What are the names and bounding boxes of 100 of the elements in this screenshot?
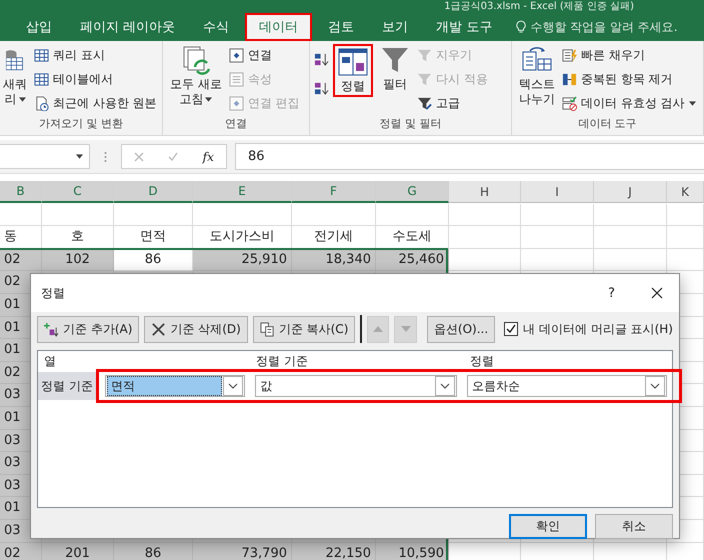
ribbon-button[interactable]: 정렬	[333, 44, 373, 97]
dialog-button[interactable]: 취소	[595, 514, 673, 539]
dialog-toolbar-button[interactable]: 기준 추가(A)	[37, 316, 140, 342]
ribbon-button[interactable]: 새쿼 리	[0, 44, 30, 108]
table-cell: 면적	[114, 226, 193, 249]
ribbon-tab[interactable]: 수식	[191, 13, 242, 41]
dialog-title: 정렬	[41, 284, 66, 302]
table-cell: 02	[0, 542, 42, 560]
grip-icon	[104, 150, 107, 162]
help-button[interactable]: ?	[608, 286, 615, 300]
table-cell: 도시가스비	[193, 226, 292, 249]
checkbox[interactable]	[504, 322, 518, 336]
flash-fill-icon	[562, 48, 577, 62]
table-cell: 전기세	[292, 226, 376, 249]
column-header[interactable]: D	[114, 181, 193, 203]
column-header[interactable]: B	[0, 181, 42, 203]
document-clock-icon	[34, 96, 49, 110]
ribbon-button[interactable]: 테이블에서	[34, 68, 157, 90]
table-icon	[34, 72, 49, 86]
dialog-toolbar-button[interactable]: 옵션(O)...	[426, 316, 496, 342]
list-icon	[228, 72, 244, 86]
ribbon-tab[interactable]: 페이지 레이아웃	[68, 13, 188, 41]
table-cell: 86	[114, 542, 193, 560]
dropdown-value: 면적	[107, 376, 222, 396]
checklist-icon	[562, 96, 577, 110]
table-cell: 18,340	[292, 248, 376, 272]
down-arrow-icon	[400, 326, 411, 332]
insert-function-button[interactable]: fx	[202, 150, 214, 164]
sort-ascending-icon	[314, 52, 329, 67]
ribbon-group-label: 가져오기 및 변환	[38, 116, 124, 132]
formula-field[interactable]: 86	[235, 143, 704, 170]
table-cell: 73,790	[193, 542, 292, 560]
enter-icon[interactable]	[168, 152, 178, 162]
funnel-icon	[417, 48, 432, 62]
column-header[interactable]: C	[42, 181, 114, 203]
funnel-icon	[417, 72, 432, 86]
table-cell: 22,150	[292, 542, 376, 560]
ribbon-tab[interactable]: 삽입	[14, 13, 64, 41]
dialog-toolbar-button[interactable]: 기준 복사(C)	[252, 316, 356, 342]
window-title: 1급공식03.xlsm - Excel (제품 인증 실패)	[444, 0, 634, 13]
filter-icon	[380, 45, 410, 75]
caret-icon	[18, 97, 26, 102]
add-level-icon	[44, 322, 59, 336]
link-icon	[228, 48, 244, 62]
chevron-down-icon	[440, 383, 450, 389]
column-heading: 정렬	[470, 352, 495, 370]
dialog-toolbar-button[interactable]: 기준 삭제(D)	[144, 316, 248, 342]
chevron-down-icon	[650, 383, 660, 389]
ribbon-button[interactable]: 중복된 항목 제거	[562, 68, 696, 90]
table-cell: 102	[42, 248, 114, 272]
lightbulb-icon	[516, 20, 526, 34]
ribbon-button[interactable]: 연결	[228, 44, 300, 66]
ribbon-button[interactable]: 쿼리 표시	[34, 44, 157, 66]
table-cell: 201	[42, 542, 114, 560]
dropdown[interactable]: 면적	[105, 375, 245, 397]
ribbon-group-label: 정렬 및 필터	[378, 116, 442, 132]
refresh-icon	[180, 45, 211, 75]
columns-icon	[562, 72, 577, 86]
column-header[interactable]: K	[667, 181, 704, 203]
close-icon[interactable]	[651, 287, 663, 299]
table-cell: 10,590	[376, 542, 449, 560]
table-cell: 02	[0, 248, 42, 272]
sort-descending-button[interactable]	[314, 81, 329, 96]
column-header[interactable]: H	[449, 181, 521, 203]
ribbon-button[interactable]: 필터	[377, 44, 413, 93]
caret-icon	[688, 100, 696, 106]
dialog-button[interactable]: 확인	[509, 514, 587, 539]
column-header[interactable]: G	[376, 181, 449, 203]
column-header[interactable]: I	[521, 181, 594, 203]
column-header[interactable]: F	[292, 181, 376, 203]
dropdown[interactable]: 값	[255, 375, 457, 397]
ribbon-button[interactable]: 고급	[417, 92, 488, 114]
column-header[interactable]: E	[193, 181, 292, 203]
copy-icon	[260, 322, 275, 336]
ribbon-button[interactable]: 최근에 사용한 원본	[34, 92, 157, 114]
ribbon-tab[interactable]: 검토	[316, 13, 366, 41]
ribbon-button[interactable]: 빠른 채우기	[562, 44, 696, 66]
tell-me-field[interactable]: 수행할 작업을 알려 주세요.	[516, 13, 678, 41]
column-heading: 정렬 기준	[256, 352, 309, 370]
funnel-icon	[417, 96, 432, 110]
caret-icon	[76, 154, 83, 159]
column-header[interactable]: J	[594, 181, 667, 203]
dropdown-value: 값	[259, 378, 273, 395]
sort-ascending-button[interactable]	[314, 52, 329, 67]
delete-icon	[151, 322, 166, 336]
dropdown[interactable]: 오름차순	[467, 375, 667, 397]
link-icon	[228, 96, 244, 110]
checkbox-label: 내 데이터에 머리글 표시(H)	[523, 320, 673, 338]
name-box[interactable]	[0, 144, 90, 169]
caret-icon	[205, 97, 212, 102]
ribbon-tab[interactable]: 개발 도구	[424, 13, 504, 41]
table-cell: 동	[0, 226, 42, 249]
ribbon-button[interactable]: 데이터 유효성 검사	[562, 92, 696, 114]
level-label[interactable]: 정렬 기준	[38, 372, 96, 400]
ribbon-button[interactable]: 모두 새로 고침	[167, 44, 225, 108]
chevron-down-icon	[228, 383, 238, 389]
ribbon-tab[interactable]: 보기	[370, 13, 420, 41]
ribbon-button[interactable]: 텍스트 나누기	[516, 44, 558, 108]
cancel-icon[interactable]	[134, 152, 144, 162]
ribbon-tab[interactable]: 데이터	[245, 13, 312, 41]
